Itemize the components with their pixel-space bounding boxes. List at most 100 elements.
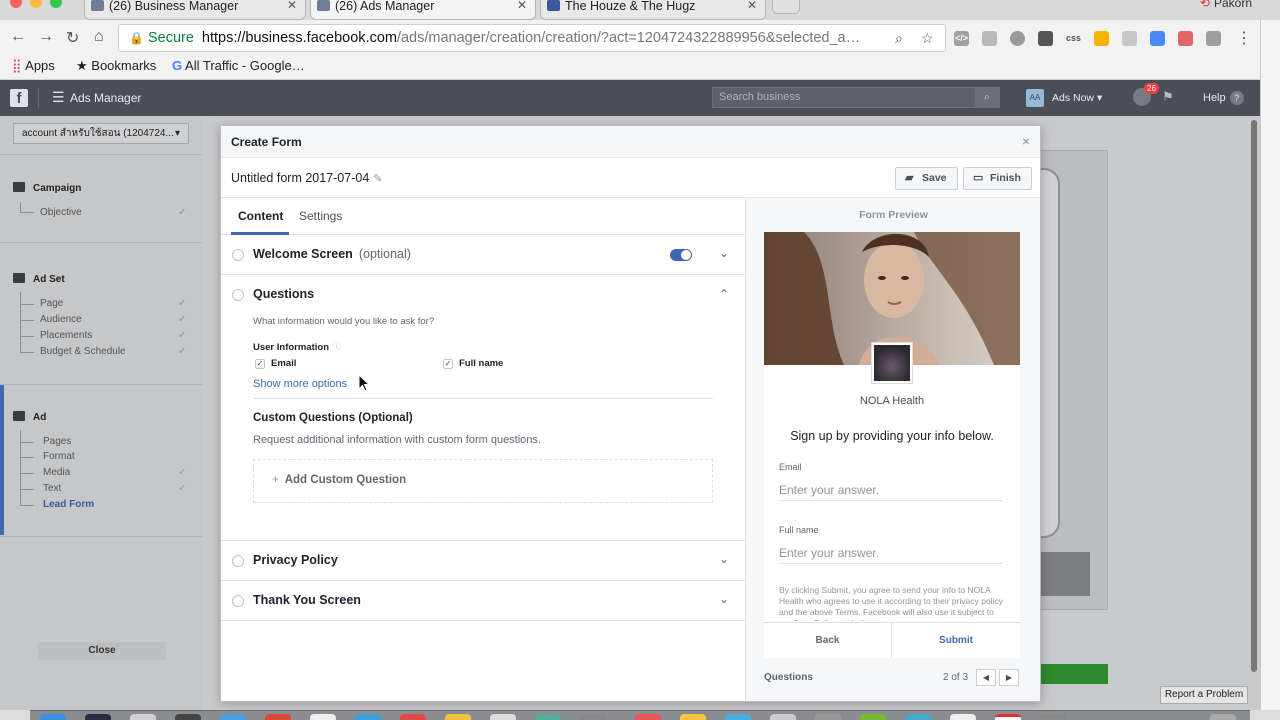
address-bar[interactable]: 🔒 Secure https://business.facebook.com/ads… xyxy=(118,24,946,52)
bookmark-star-icon[interactable]: ☆ xyxy=(921,25,934,51)
new-tab-button[interactable] xyxy=(772,0,800,14)
dock-app-icon[interactable] xyxy=(635,714,661,720)
dock-app-icon[interactable] xyxy=(265,714,291,720)
full-name-checkbox-label[interactable]: Full name xyxy=(459,358,503,369)
bookmark-all-traffic[interactable]: G All Traffic - Google… xyxy=(172,58,305,73)
dock-app-icon[interactable] xyxy=(995,714,1021,720)
search-icon[interactable]: ⌕ xyxy=(975,88,999,107)
close-tab-icon[interactable]: ✕ xyxy=(287,0,297,11)
dock-app-icon[interactable] xyxy=(815,714,841,720)
extension-screen-icon[interactable] xyxy=(1150,31,1165,46)
ad-heading[interactable]: Ad xyxy=(13,411,46,423)
extension-css-icon[interactable]: css xyxy=(1066,31,1081,46)
dock-app-icon[interactable] xyxy=(860,714,886,720)
pencil-edit-icon[interactable]: ✎ xyxy=(373,173,382,185)
business-search-input[interactable]: Search business ⌕ xyxy=(712,87,1000,108)
bookmark-bookmarks[interactable]: ★ Bookmarks xyxy=(76,58,156,74)
help-button[interactable]: Help? xyxy=(1203,91,1244,105)
tab-ads-manager[interactable]: (26) Ads Manager ✕ xyxy=(310,0,536,20)
dock-app-icon[interactable] xyxy=(85,714,111,720)
nav-item-media[interactable]: Media xyxy=(43,467,70,478)
home-icon[interactable]: ⌂ xyxy=(94,28,104,46)
dock-app-icon[interactable] xyxy=(680,714,706,720)
reload-icon[interactable]: ↻ xyxy=(66,28,79,48)
account-switcher[interactable]: Ads Now ▾ xyxy=(1052,92,1102,104)
dock-app-icon[interactable] xyxy=(130,714,156,720)
nav-item-format[interactable]: Format xyxy=(43,451,75,462)
window-minimize-icon[interactable] xyxy=(30,0,42,8)
privacy-policy-section[interactable]: Privacy Policy ⌄ xyxy=(221,541,745,581)
nav-item-lead-form[interactable]: Lead Form xyxy=(43,499,94,510)
nav-item-placements[interactable]: Placements xyxy=(40,330,92,341)
report-problem-button[interactable]: Report a Problem xyxy=(1160,686,1248,704)
chrome-menu-icon[interactable]: ⋮ xyxy=(1236,28,1252,48)
adset-heading[interactable]: Ad Set xyxy=(13,273,65,285)
welcome-screen-toggle[interactable] xyxy=(670,249,692,261)
profile-chip[interactable]: ⟲ Pakorn xyxy=(1200,0,1252,10)
next-page-icon[interactable]: ▶ xyxy=(999,669,1019,686)
extension-film-icon[interactable] xyxy=(1038,31,1053,46)
nav-item-audience[interactable]: Audience xyxy=(40,314,82,325)
previous-page-icon[interactable]: ◀ xyxy=(976,669,996,686)
extension-red-icon[interactable] xyxy=(1178,31,1193,46)
dock-app-icon[interactable] xyxy=(175,714,201,720)
welcome-screen-section[interactable]: Welcome Screen (optional) ⌄ xyxy=(221,235,745,275)
bookmark-apps[interactable]: ⣿ Apps xyxy=(12,58,55,74)
facebook-logo-icon[interactable]: f xyxy=(10,89,28,107)
dock-app-icon[interactable] xyxy=(950,714,976,720)
nav-item-budget-schedule[interactable]: Budget & Schedule xyxy=(40,346,126,357)
close-button[interactable]: Close xyxy=(38,642,166,660)
page-scrollbar[interactable] xyxy=(1251,120,1257,672)
campaign-heading[interactable]: Campaign xyxy=(13,182,81,194)
dock-app-icon[interactable] xyxy=(310,714,336,720)
chevron-up-icon[interactable]: ⌃ xyxy=(719,287,729,301)
google-drive-icon[interactable] xyxy=(1094,31,1109,46)
account-avatar[interactable]: AA xyxy=(1026,89,1044,107)
dock-app-icon[interactable] xyxy=(400,714,426,720)
close-tab-icon[interactable]: ✕ xyxy=(517,0,527,11)
dock-app-icon[interactable] xyxy=(535,714,561,720)
flag-icon[interactable]: ⚑ xyxy=(1162,89,1174,105)
dock-app-icon[interactable] xyxy=(445,714,471,720)
account-select[interactable]: account สำหรับใช้สอน (1204724... ▾ xyxy=(13,123,189,144)
form-name[interactable]: Untitled form 2017-07-04 ✎ xyxy=(231,171,383,185)
extension-circle-icon[interactable] xyxy=(1010,31,1025,46)
nav-item-page[interactable]: Page xyxy=(40,298,63,309)
close-tab-icon[interactable]: ✕ xyxy=(747,0,757,11)
hamburger-menu-icon[interactable]: ☰ xyxy=(52,89,65,106)
extension-chat-icon[interactable] xyxy=(1122,31,1137,46)
tab-content[interactable]: Content xyxy=(238,209,283,223)
forward-arrow-icon[interactable]: → xyxy=(38,28,54,46)
preview-submit-button[interactable]: Submit xyxy=(892,623,1020,658)
thank-you-screen-section[interactable]: Thank You Screen ⌄ xyxy=(221,581,745,621)
chevron-down-icon[interactable]: ⌄ xyxy=(719,552,729,566)
finish-button[interactable]: ▭ Finish xyxy=(963,167,1032,190)
extension-brush-icon[interactable] xyxy=(1206,31,1221,46)
extension-code-icon[interactable]: </> xyxy=(954,31,969,46)
email-checkbox-label[interactable]: Email xyxy=(271,358,296,369)
nav-item-pages[interactable]: Pages xyxy=(43,436,71,447)
window-close-icon[interactable] xyxy=(10,0,22,8)
tab-settings[interactable]: Settings xyxy=(299,209,342,223)
nav-item-text[interactable]: Text xyxy=(43,483,61,494)
trash-dock-icon[interactable] xyxy=(1210,714,1236,720)
finder-dock-icon[interactable] xyxy=(40,714,66,720)
back-arrow-icon[interactable]: ← xyxy=(10,28,26,46)
save-button[interactable]: ▰ Save xyxy=(895,167,958,190)
nav-item-objective[interactable]: Objective xyxy=(40,207,82,218)
close-icon[interactable]: × xyxy=(1022,133,1030,149)
dock-app-icon[interactable] xyxy=(355,714,381,720)
dock-app-icon[interactable] xyxy=(725,714,751,720)
dock-app-icon[interactable] xyxy=(1040,714,1066,720)
dock-app-icon[interactable] xyxy=(490,714,516,720)
chevron-down-icon[interactable]: ⌄ xyxy=(719,246,729,260)
dock-app-icon[interactable] xyxy=(905,714,931,720)
info-icon[interactable]: ⓘ xyxy=(332,342,342,353)
preview-back-button[interactable]: Back xyxy=(764,623,892,658)
chevron-down-icon[interactable]: ⌄ xyxy=(719,592,729,606)
dock-app-icon[interactable] xyxy=(580,714,606,720)
full-name-checkbox[interactable]: ✓ xyxy=(443,359,453,369)
questions-title[interactable]: Questions xyxy=(253,287,314,301)
zoom-magnifier-icon[interactable]: ⌕ xyxy=(895,25,903,51)
email-checkbox[interactable]: ✓ xyxy=(255,359,265,369)
